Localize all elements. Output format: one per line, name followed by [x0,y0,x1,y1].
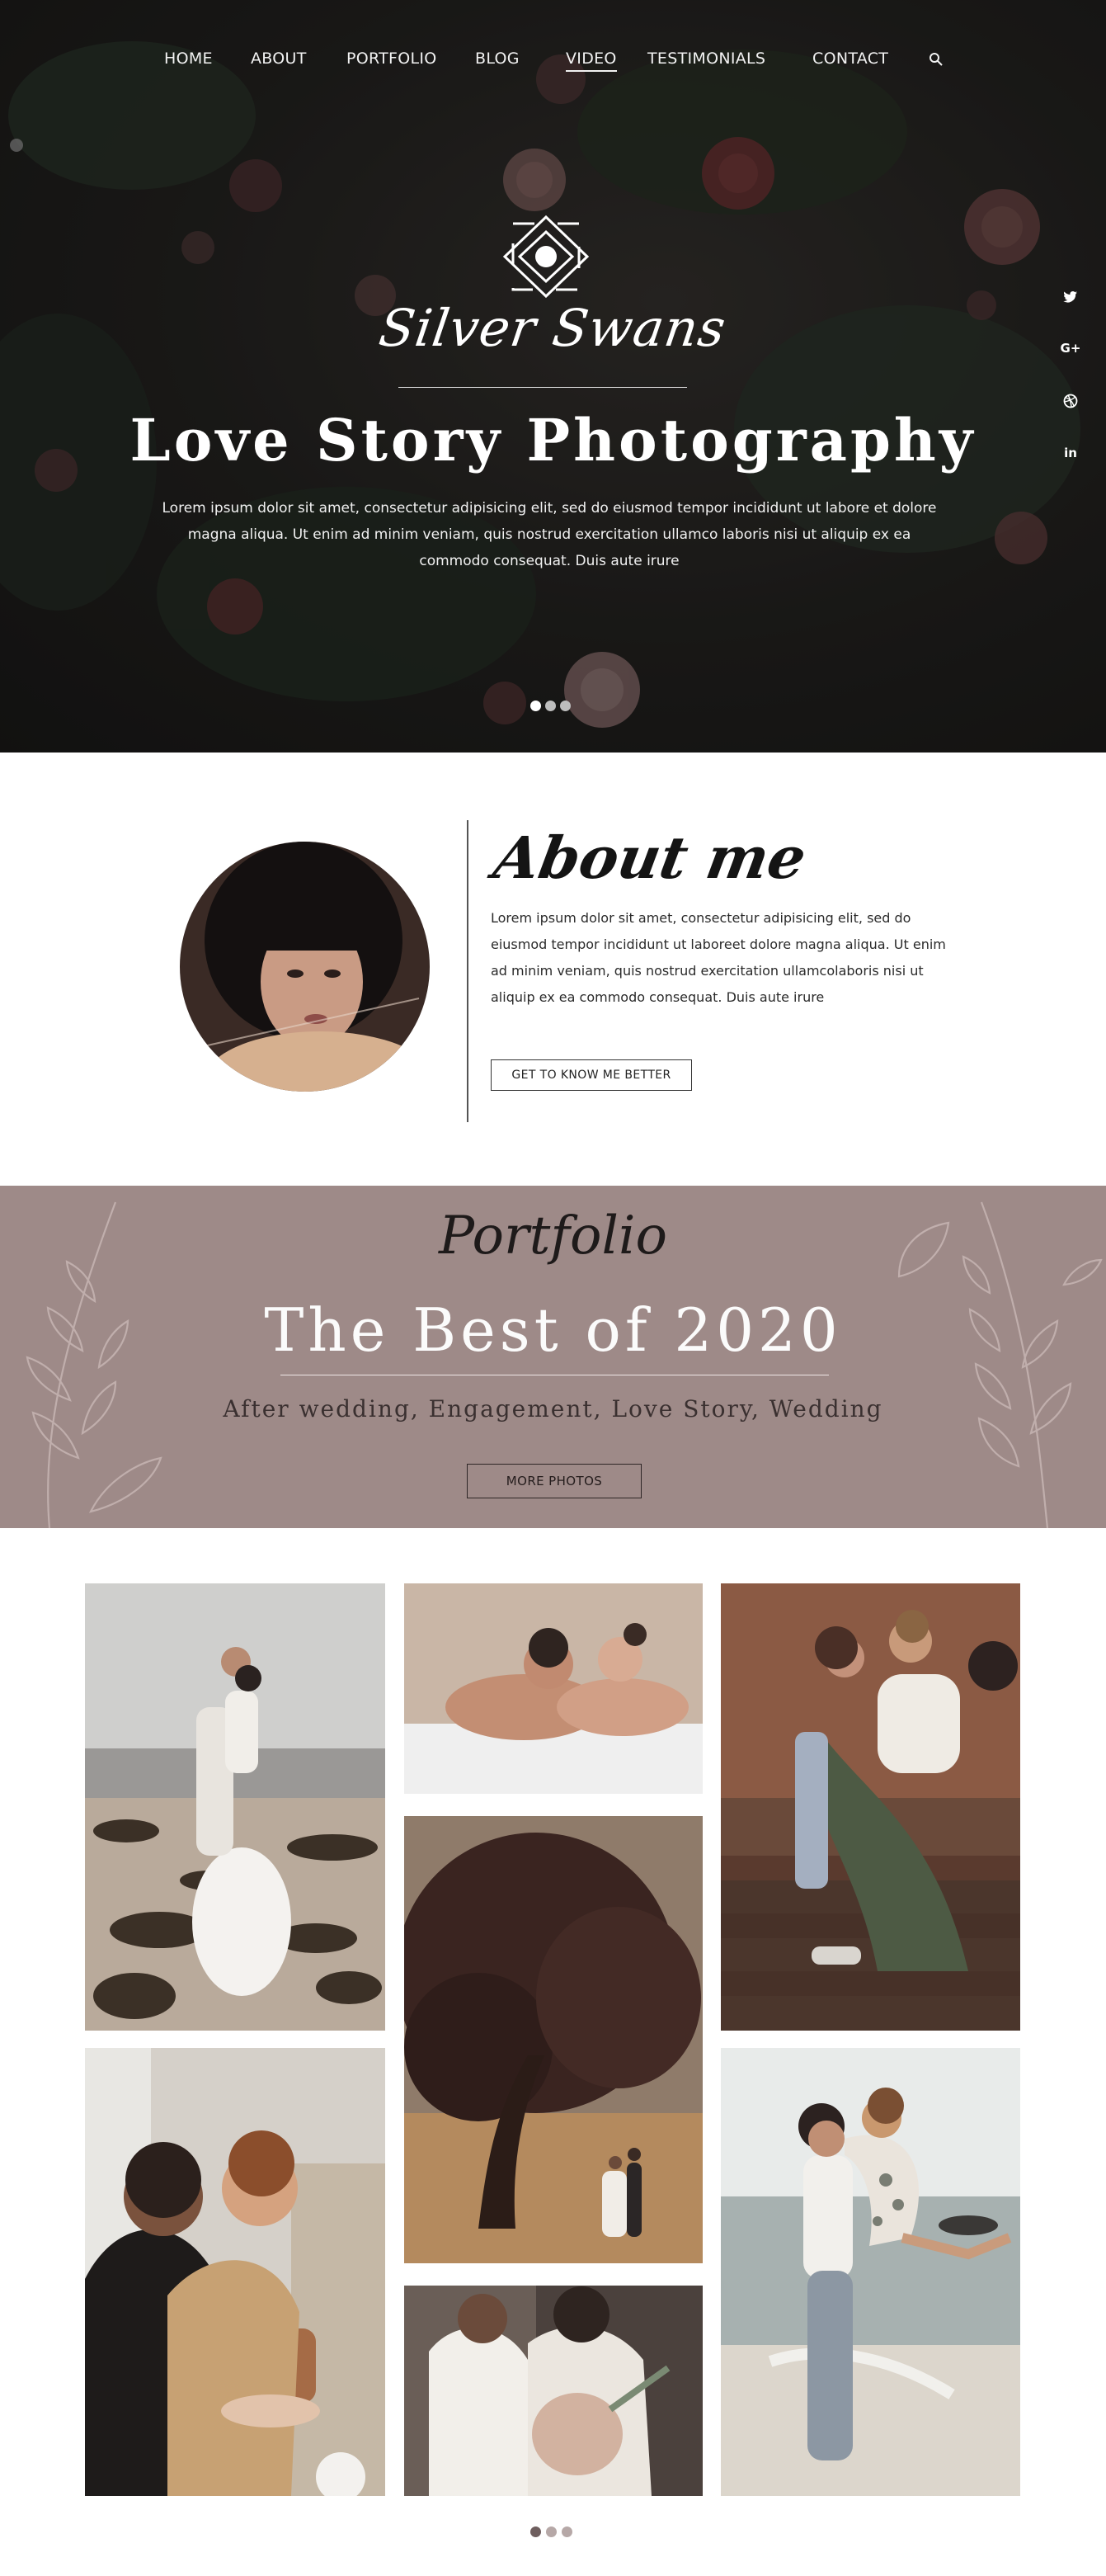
brand-name: Silver Swans [375,298,730,358]
pregnant-couple-photo[interactable] [404,2286,703,2496]
hero-section: HOME ABOUT PORTFOLIO BLOG VIDEO TESTIMON… [0,0,1106,753]
gallery-dot-1[interactable] [530,2526,541,2537]
gallery-dot-3[interactable] [562,2526,572,2537]
couple-under-tree-photo[interactable] [404,1816,703,2263]
hero-title: Love Story Photography [129,406,977,474]
nav-about[interactable]: ABOUT [251,48,307,69]
slider-dot-1[interactable] [530,701,541,711]
gallery-dot-2[interactable] [546,2526,557,2537]
dribbble-icon[interactable] [1059,389,1082,413]
nav-contact[interactable]: CONTACT [812,48,888,69]
couple-jumping-beach-photo[interactable] [721,2048,1020,2496]
slider-dot-2[interactable] [545,701,556,711]
portfolio-subtitle: After wedding, Engagement, Love Story, W… [223,1395,883,1422]
couple-hugging-kitchen-photo[interactable] [85,2048,385,2496]
more-photos-button[interactable]: MORE PHOTOS [467,1464,642,1498]
linkedin-icon[interactable]: in [1059,441,1082,465]
silver-swans-logo-icon [502,215,590,299]
main-nav: HOME ABOUT PORTFOLIO BLOG VIDEO TESTIMON… [0,48,1106,73]
nav-portfolio[interactable]: PORTFOLIO [346,48,437,69]
nav-testimonials[interactable]: TESTIMONIALS [647,48,765,69]
page-root: HOME ABOUT PORTFOLIO BLOG VIDEO TESTIMON… [0,0,1106,2576]
nav-blog[interactable]: BLOG [475,48,520,69]
hero-divider [398,387,687,388]
hero-overlay [0,0,1106,753]
portfolio-title: The Best of 2020 [264,1295,842,1365]
google-plus-icon[interactable]: G+ [1059,337,1082,360]
beach-couple-rocks-photo[interactable] [85,1583,385,2031]
nav-video[interactable]: VIDEO [566,48,617,72]
hero-description: Lorem ipsum dolor sit amet, consectetur … [162,500,937,569]
twitter-icon[interactable] [1059,285,1082,309]
hero-slider-dots [530,701,571,711]
about-portrait-photo [180,842,430,1092]
about-divider [467,820,468,1122]
portfolio-script-heading: Portfolio [439,1205,667,1267]
search-icon[interactable] [929,52,944,67]
couple-on-stairs-photo[interactable] [721,1583,1020,2031]
slider-dot-3[interactable] [560,701,571,711]
about-heading: About me [488,823,812,892]
gallery-slider-dots [530,2526,572,2537]
get-to-know-me-button[interactable]: GET TO KNOW ME BETTER [491,1059,692,1091]
nav-home[interactable]: HOME [164,48,213,69]
about-description: Lorem ipsum dolor sit amet, consectetur … [491,910,946,1005]
couple-in-bathtub-photo[interactable] [404,1583,703,1794]
